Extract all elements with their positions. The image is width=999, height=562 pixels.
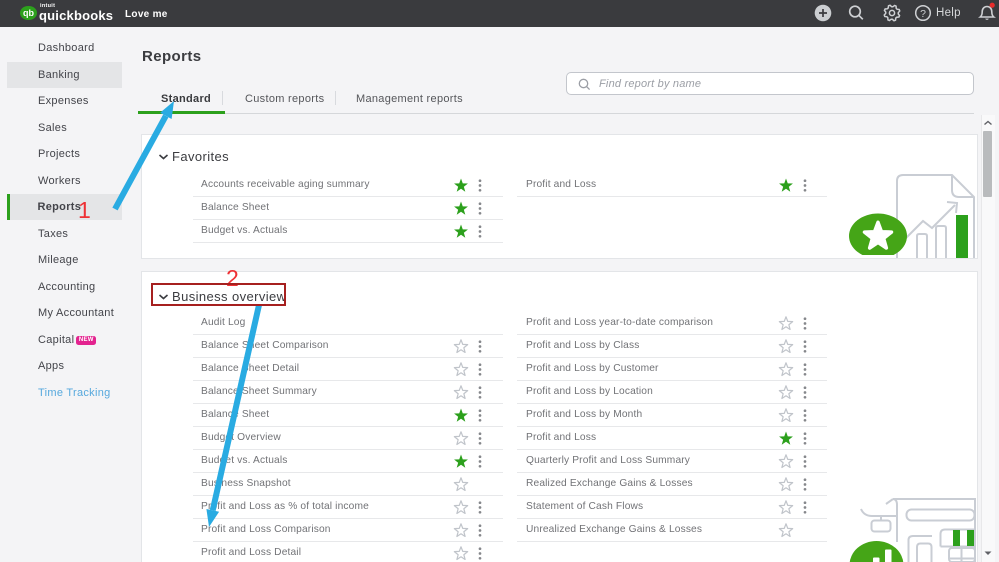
svg-text:?: ? (920, 8, 926, 20)
